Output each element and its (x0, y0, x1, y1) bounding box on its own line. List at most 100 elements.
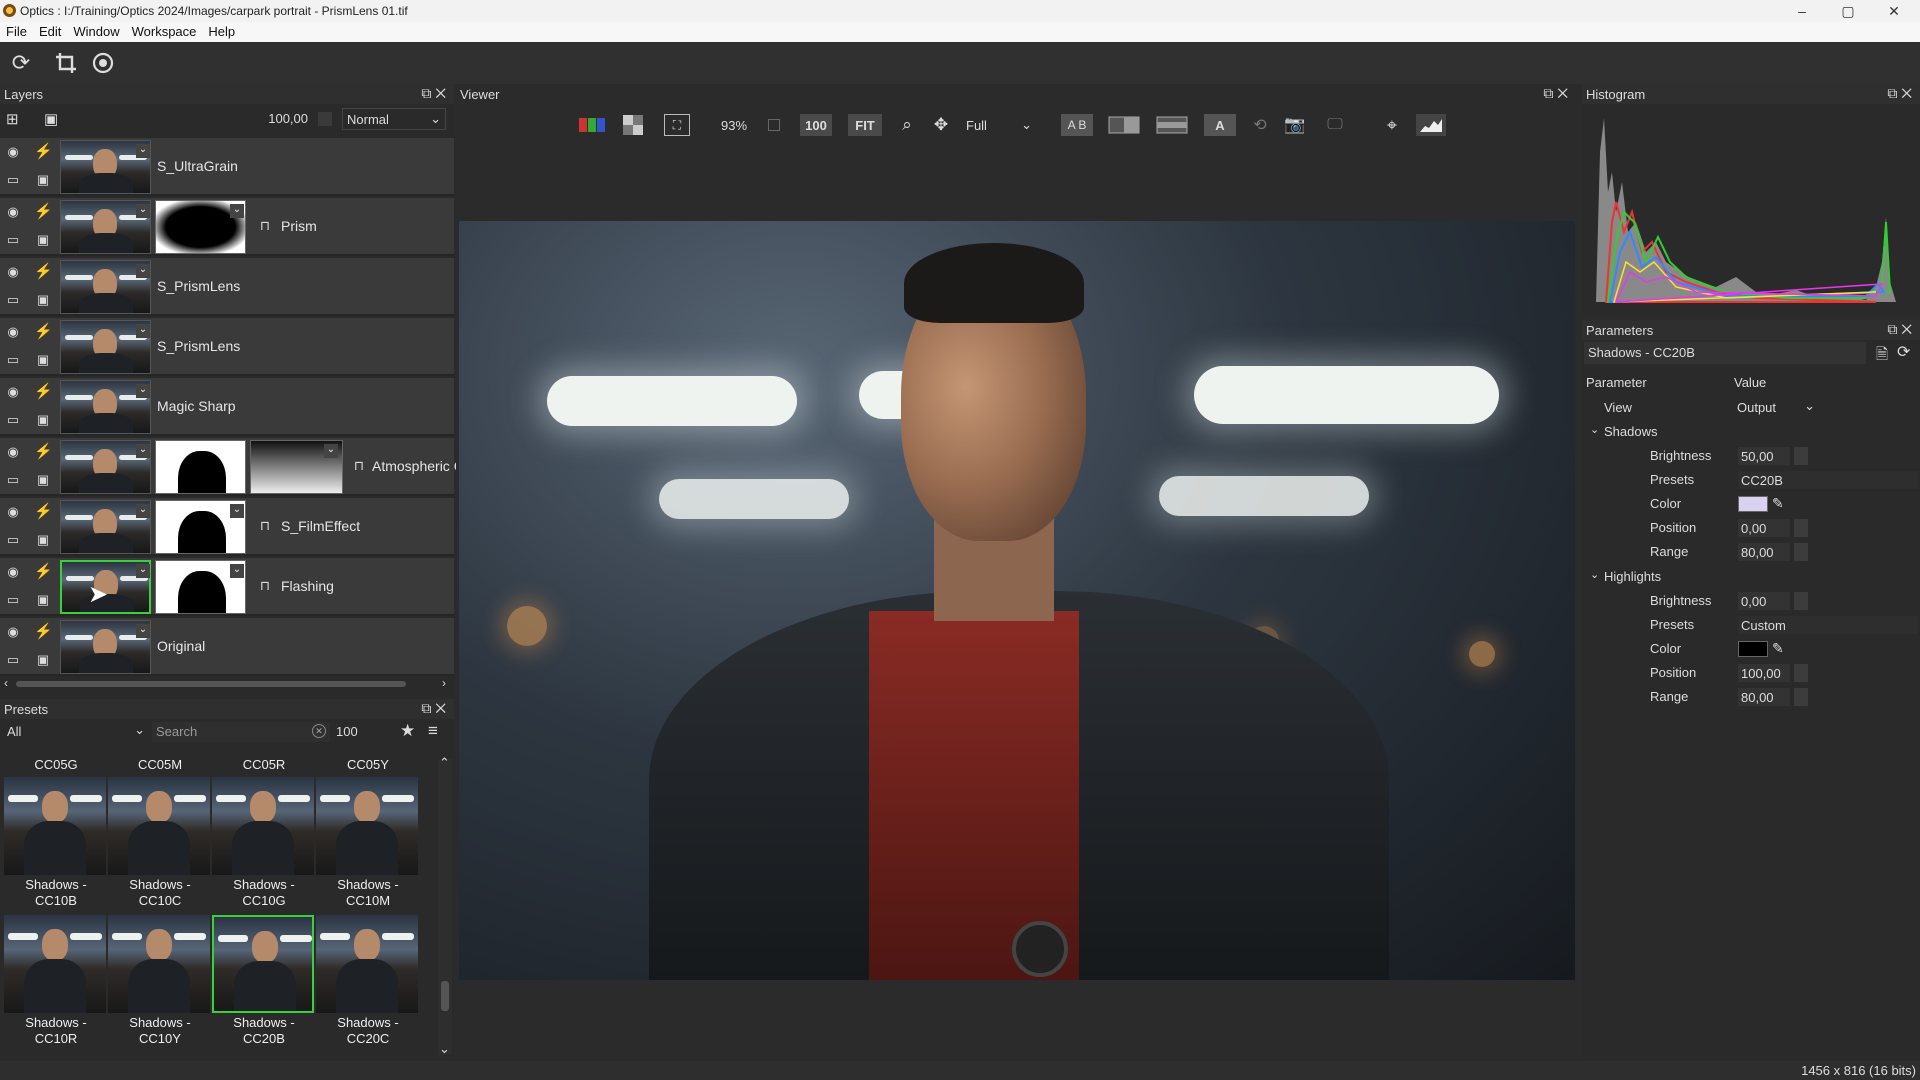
monitor-icon[interactable]: ▭ (4, 292, 22, 308)
float-panel-icon[interactable]: ⧉ (421, 85, 435, 101)
menu-window[interactable]: Window (67, 22, 125, 42)
crosshair-icon[interactable]: ⌖ (1380, 114, 1404, 136)
layer-options-icon[interactable]: ▣ (34, 412, 52, 428)
layer-mask-thumbnail[interactable] (155, 440, 246, 494)
close-panel-icon[interactable]: ✕ (435, 85, 450, 101)
chevron-down-icon[interactable]: ⌄ (136, 144, 150, 158)
favorites-star-icon[interactable]: ★ (400, 721, 415, 741)
rgb-channels-icon[interactable] (578, 114, 606, 136)
brightness-field[interactable]: 0,00 (1738, 592, 1790, 610)
menu-help[interactable]: Help (202, 22, 241, 42)
lock-icon[interactable]: ⊓ (256, 518, 274, 534)
preset-count-field[interactable]: 100 (336, 724, 358, 739)
position-field[interactable]: 100,00 (1738, 664, 1790, 682)
chevron-down-icon[interactable]: ⌄ (136, 324, 150, 338)
group-highlights[interactable]: ⌄ Highlights (1582, 565, 1920, 589)
range-field[interactable]: 80,00 (1738, 543, 1790, 561)
reset-icon[interactable]: ⟳ (1897, 342, 1910, 362)
minimize-button[interactable]: – (1779, 0, 1825, 22)
float-panel-icon[interactable]: ⧉ (421, 700, 435, 716)
layer-options-icon[interactable]: ▣ (34, 172, 52, 188)
chevron-down-icon[interactable]: ⌄ (136, 264, 150, 278)
zoom-level-field[interactable]: 93% (714, 114, 754, 136)
refresh-icon[interactable]: ⟳ (6, 48, 36, 78)
preset-thumbnail[interactable] (108, 777, 210, 875)
clear-search-icon[interactable]: ✕ (312, 724, 326, 738)
monitor-icon[interactable]: ▭ (4, 472, 22, 488)
eye-visibility-icon[interactable]: ◉ (4, 504, 22, 520)
value-spinner[interactable] (1794, 447, 1808, 465)
close-panel-icon[interactable]: ✕ (1557, 85, 1572, 101)
value-spinner[interactable] (1794, 543, 1808, 561)
layer-row[interactable]: ◉ ⚡ ▭ ▣ ⌄ ⌄ ⊓ Flashing ➤ (0, 558, 454, 616)
menu-edit[interactable]: Edit (33, 22, 67, 42)
chevron-down-icon[interactable]: ⌄ (1590, 423, 1599, 436)
chevron-down-icon[interactable]: ⌄ (1590, 568, 1599, 581)
presets-select[interactable]: Custom (1738, 616, 1918, 634)
monitor-icon[interactable]: ▭ (4, 532, 22, 548)
chevron-down-icon[interactable]: ⌄ (230, 204, 244, 218)
value-spinner[interactable] (1794, 592, 1808, 610)
eye-visibility-icon[interactable]: ◉ (4, 624, 22, 640)
float-panel-icon[interactable]: ⧉ (1543, 85, 1557, 101)
split-horizontal-icon[interactable] (1156, 114, 1188, 136)
lightning-effect-icon[interactable]: ⚡ (34, 622, 53, 640)
layer-options-icon[interactable]: ▣ (34, 232, 52, 248)
brightness-field[interactable]: 50,00 (1738, 447, 1790, 465)
color-swatch[interactable] (1738, 496, 1768, 512)
monitor-icon[interactable]: ▭ (4, 172, 22, 188)
float-panel-icon[interactable]: ⧉ (1887, 85, 1901, 101)
position-field[interactable]: 0,00 (1738, 519, 1790, 537)
layer-row[interactable]: ◉ ⚡ ▭ ▣ ⌄ S_PrismLens (0, 258, 454, 316)
layer-row[interactable]: ◉ ⚡ ▭ ▣ ⌄ ⌄ ⊓ S_FilmEffect (0, 498, 454, 556)
monitor-icon[interactable]: ▭ (4, 412, 22, 428)
range-field[interactable]: 80,00 (1738, 688, 1790, 706)
add-layer-icon[interactable]: ⊞ (6, 110, 19, 128)
eyedropper-icon[interactable]: ✎ (1772, 640, 1784, 657)
lightning-effect-icon[interactable]: ⚡ (34, 322, 53, 340)
preset-thumbnail[interactable] (316, 915, 418, 1013)
maximize-button[interactable]: ▢ (1825, 0, 1871, 22)
zoom-fit-button[interactable]: FIT (848, 114, 882, 136)
layer-options-icon[interactable]: ▣ (34, 652, 52, 668)
ab-compare-button[interactable]: A B (1061, 114, 1093, 136)
monitor-icon[interactable]: ▭ (4, 232, 22, 248)
preset-search-input[interactable]: Search (152, 722, 330, 742)
zoom-icon[interactable]: ⌕ (896, 114, 918, 136)
lightning-effect-icon[interactable]: ⚡ (34, 202, 53, 220)
view-select[interactable]: Output ⌄ (1734, 398, 1818, 418)
lightning-effect-icon[interactable]: ⚡ (34, 502, 53, 520)
camera-snapshot-icon[interactable]: 📷 (1282, 114, 1308, 136)
layer-row[interactable]: ◉ ⚡ ▭ ▣ ⌄ S_UltraGrain (0, 138, 454, 196)
presets-scrollbar[interactable]: ⌃ ⌄ (438, 755, 452, 1056)
chevron-down-icon[interactable]: ⌄ (230, 564, 244, 578)
chevron-down-icon[interactable]: ⌄ (136, 504, 150, 518)
presets-select[interactable]: CC20B (1738, 471, 1918, 489)
eye-visibility-icon[interactable]: ◉ (4, 204, 22, 220)
layer-row[interactable]: ◉ ⚡ ▭ ▣ ⌄ S_PrismLens (0, 318, 454, 376)
preset-thumbnail[interactable] (108, 915, 210, 1013)
lightning-effect-icon[interactable]: ⚡ (34, 142, 53, 160)
eye-visibility-icon[interactable]: ◉ (4, 384, 22, 400)
quality-select[interactable]: Full ⌄ (964, 114, 1034, 136)
chevron-down-icon[interactable]: ⌄ (324, 444, 338, 458)
layer-row[interactable]: ◉ ⚡ ▭ ▣ ⌄ Magic Sharp (0, 378, 454, 436)
eye-visibility-icon[interactable]: ◉ (4, 444, 22, 460)
monitor-icon[interactable]: ▭ (4, 652, 22, 668)
preset-thumbnail[interactable] (4, 915, 106, 1013)
eye-visibility-icon[interactable]: ◉ (4, 564, 22, 580)
viewer-image[interactable] (459, 221, 1575, 980)
value-spinner[interactable] (1794, 688, 1808, 706)
lightning-effect-icon[interactable]: ⚡ (34, 382, 53, 400)
layer-row[interactable]: ◉ ⚡ ▭ ▣ ⌄ ⌄ ⊓ Atmospheric G (0, 438, 465, 496)
chevron-down-icon[interactable]: ⌄ (136, 384, 150, 398)
crop-icon[interactable] (51, 48, 81, 78)
monitor-icon[interactable]: ▭ (4, 352, 22, 368)
menu-icon[interactable]: ≡ (428, 721, 438, 741)
layer-row[interactable]: ◉ ⚡ ▭ ▣ ⌄ ⌄ ⊓ Prism (0, 198, 454, 256)
group-shadows[interactable]: ⌄ Shadows (1582, 420, 1920, 444)
blend-mode-select[interactable]: Normal ⌄ (342, 108, 446, 130)
layers-scrollbar[interactable]: ‹ › (0, 676, 454, 692)
preset-thumbnail[interactable] (4, 777, 106, 875)
target-icon[interactable] (88, 48, 118, 78)
